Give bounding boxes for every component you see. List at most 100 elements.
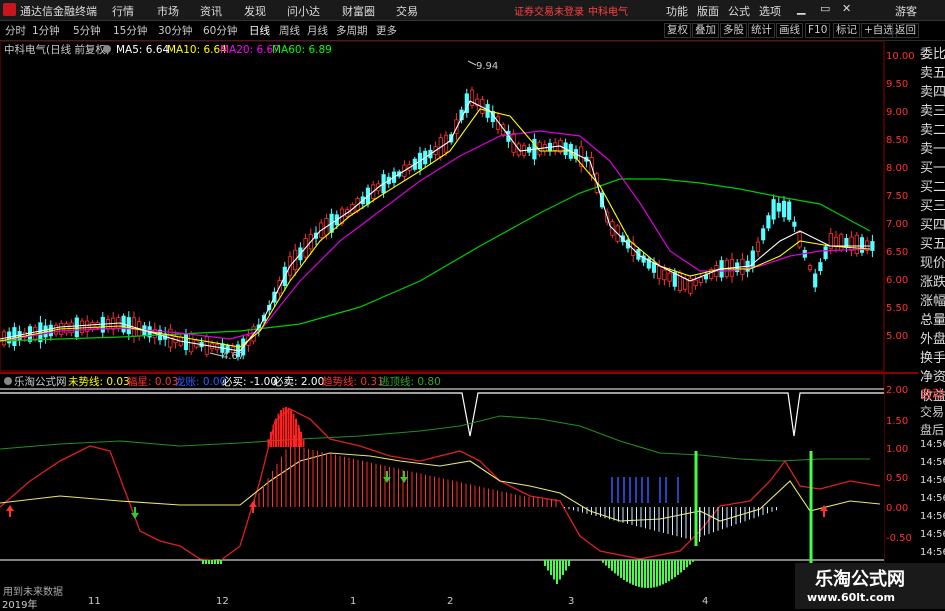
side-buy3[interactable]: 买三 — [920, 195, 945, 214]
period-15min[interactable]: 15分钟 — [113, 23, 147, 38]
menu-market-quotes[interactable]: 行情 — [112, 3, 134, 19]
side-buy2[interactable]: 买二 — [920, 176, 945, 195]
candle-body — [657, 265, 662, 279]
side-time-4: 14:56 — [920, 511, 945, 522]
side-time-3: 14:56 — [920, 493, 945, 504]
period-30min[interactable]: 30分钟 — [158, 23, 192, 38]
menu-market[interactable]: 市场 — [157, 3, 179, 19]
price-tick-750: 7.50 — [886, 191, 908, 202]
candle-body — [781, 200, 787, 218]
candle-body — [33, 326, 38, 340]
side-time-1: 14:56 — [920, 457, 945, 468]
current-stock-name: 中科电气 — [588, 7, 628, 18]
side-buy4[interactable]: 买四 — [920, 214, 945, 233]
tool-back[interactable]: 返回 — [892, 23, 919, 38]
side-change[interactable]: 涨跌 — [920, 271, 945, 290]
quote-side-panel: 委比 卖五 卖四 卖三 卖二 卖一 买一 买二 买三 买四 买五 现价 涨跌 涨… — [918, 41, 945, 581]
candle-body — [74, 317, 79, 338]
tool-statistics[interactable]: 统计 — [748, 23, 775, 38]
watermark-url: www.60lt.com — [807, 591, 896, 604]
tool-overlay[interactable]: 叠加 — [692, 23, 719, 38]
indicator-title: 乐淘公式网 — [14, 375, 67, 388]
chart-area[interactable]: 中科电气(日线 前复权) MA5: 6.64 MA10: 6.64 MA20: … — [0, 41, 918, 596]
candle-body — [797, 232, 802, 248]
time-label-feb: 2 — [447, 596, 454, 607]
candle-body — [667, 272, 672, 282]
indicator-item-4: 必卖: 2.00 — [273, 375, 324, 388]
period-5min[interactable]: 5分钟 — [73, 23, 101, 38]
side-outer[interactable]: 外盘 — [920, 328, 945, 347]
candle-body — [818, 262, 823, 272]
login-notice[interactable]: 证券交易未登录 — [514, 3, 584, 18]
candle-body — [698, 276, 703, 283]
side-auto[interactable]: 自动 — [920, 385, 944, 402]
candle-body — [766, 215, 771, 229]
side-net-assets[interactable]: 净资 — [920, 366, 945, 385]
period-weekly[interactable]: 周线 — [279, 23, 300, 38]
side-trade[interactable]: 交易 — [920, 403, 944, 420]
side-sell4[interactable]: 卖四 — [920, 81, 945, 100]
period-multi[interactable]: 多周期 — [336, 23, 368, 38]
side-volume[interactable]: 总量 — [920, 309, 945, 328]
price-tick-650: 6.50 — [886, 247, 908, 258]
ma60-label: MA60: 6.89 — [272, 44, 332, 56]
minimize-icon[interactable]: ▁ — [797, 2, 805, 15]
indicator-item-1: 福星: 0.03 — [127, 375, 178, 388]
side-buy5[interactable]: 买五 — [920, 233, 945, 252]
tool-draw-line[interactable]: 画线 — [776, 23, 803, 38]
tool-restore-rights[interactable]: 复权 — [664, 23, 691, 38]
close-icon[interactable]: ✕ — [842, 2, 851, 15]
side-sell5[interactable]: 卖五 — [920, 62, 945, 81]
candle-body — [761, 228, 766, 241]
side-change-pct[interactable]: 涨幅 — [920, 290, 945, 309]
menu-discover[interactable]: 发现 — [244, 3, 266, 19]
side-sell1[interactable]: 卖一 — [920, 138, 945, 157]
indicator-panel[interactable] — [0, 390, 884, 596]
candle-body — [833, 236, 839, 247]
menu-bar: 通达信金融终端 行情 市场 资讯 发现 问小达 财富圈 交易 证券交易未登录 中… — [0, 0, 945, 21]
indicator-item-6: 逃顶线: 0.80 — [379, 375, 441, 388]
side-sell2[interactable]: 卖二 — [920, 119, 945, 138]
time-label-apr: 4 — [702, 596, 709, 607]
indicator-settings-icon[interactable] — [4, 377, 12, 385]
time-label-mar: 3 — [568, 596, 575, 607]
ma5-label: MA5: 6.64 — [116, 44, 169, 56]
side-price[interactable]: 现价 — [920, 252, 945, 271]
side-after-hours[interactable]: 盘后 — [920, 421, 944, 438]
period-daily[interactable]: 日线 — [249, 23, 270, 38]
candle-body — [849, 236, 854, 251]
menu-layout[interactable]: 版面 — [697, 3, 719, 19]
menu-options[interactable]: 选项 — [759, 3, 781, 19]
period-fenshi[interactable]: 分时 — [5, 23, 26, 38]
indicator-item-3: 必买: -1.00 — [222, 375, 277, 388]
period-60min[interactable]: 60分钟 — [203, 23, 237, 38]
time-label-nov: 11 — [88, 596, 101, 607]
menu-wealth-circle[interactable]: 财富圈 — [342, 3, 375, 19]
tool-f10[interactable]: F10 — [805, 23, 831, 38]
menu-trade[interactable]: 交易 — [396, 3, 418, 19]
tool-multi-stock[interactable]: 多股 — [720, 23, 747, 38]
menu-formula[interactable]: 公式 — [728, 3, 750, 19]
time-label-jan: 1 — [350, 596, 357, 607]
period-toolbar: 分时 1分钟 5分钟 15分钟 30分钟 60分钟 日线 周线 月线 多周期 更… — [0, 21, 945, 41]
side-turnover[interactable]: 换手 — [920, 347, 945, 366]
tool-mark[interactable]: 标记 — [833, 23, 860, 38]
menu-function[interactable]: 功能 — [666, 3, 688, 19]
maximize-icon[interactable]: ▭ — [820, 2, 830, 15]
period-more[interactable]: 更多 — [376, 23, 397, 38]
menu-wenxiaoda[interactable]: 问小达 — [287, 3, 320, 19]
ind-tick-100: 1.00 — [886, 444, 908, 455]
indicator-item-2: 龙账: 0.00 — [175, 375, 226, 388]
guest-user[interactable]: 游客 — [895, 3, 917, 19]
side-buy1[interactable]: 买一 — [920, 157, 945, 176]
ma10-label: MA10: 6.64 — [167, 44, 227, 56]
side-weibi[interactable]: 委比 — [920, 43, 945, 62]
settings-circle-icon[interactable] — [103, 45, 111, 53]
ind-tick-150: 1.50 — [886, 416, 908, 427]
ma20-label: MA20: 6.67 — [220, 44, 280, 56]
period-monthly[interactable]: 月线 — [307, 23, 328, 38]
side-sell3[interactable]: 卖三 — [920, 100, 945, 119]
candle-body — [859, 237, 865, 253]
period-1min[interactable]: 1分钟 — [32, 23, 60, 38]
menu-news[interactable]: 资讯 — [200, 3, 222, 19]
